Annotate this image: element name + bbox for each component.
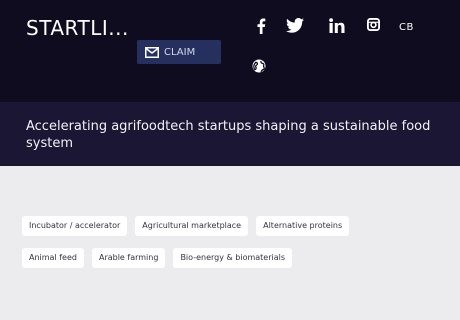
tag[interactable]: Alternative proteins <box>256 216 350 236</box>
mail-icon <box>145 46 159 58</box>
profile-initials[interactable]: CB <box>399 22 414 33</box>
claim-label: CLAIM <box>164 46 196 58</box>
category-tags: Incubator / accelerator Agricultural mar… <box>22 216 442 280</box>
header: STARTLI... CLAIM CB <box>0 0 460 102</box>
tagline: Accelerating agrifoodtech startups shapi… <box>26 119 431 151</box>
tag[interactable]: Arable farming <box>91 248 166 268</box>
twitter-icon[interactable] <box>286 18 304 33</box>
tag[interactable]: Bio-energy & biomaterials <box>173 248 293 268</box>
tag[interactable]: Agricultural marketplace <box>135 216 249 236</box>
tag[interactable]: Animal feed <box>22 248 84 268</box>
linkedin-icon[interactable] <box>329 18 345 33</box>
claim-button[interactable]: CLAIM <box>137 40 221 64</box>
instagram-icon[interactable] <box>367 18 380 31</box>
company-title[interactable]: STARTLI... <box>26 16 129 40</box>
facebook-icon[interactable] <box>256 18 266 34</box>
globe-icon[interactable] <box>252 58 266 77</box>
tag-row: Incubator / accelerator Agricultural mar… <box>22 216 442 236</box>
tag-row: Animal feed Arable farming Bio-energy & … <box>22 248 442 268</box>
tag[interactable]: Incubator / accelerator <box>22 216 128 236</box>
